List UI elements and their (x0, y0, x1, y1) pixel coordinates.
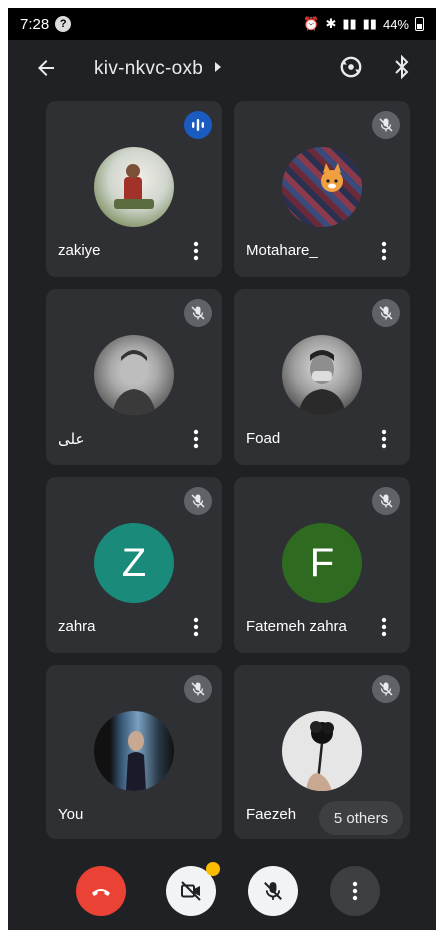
more-vert-icon[interactable] (380, 241, 388, 261)
participant-initial-avatar: Z (94, 523, 174, 603)
participant-tile[interactable]: F Fatemeh zahra (234, 477, 410, 653)
battery-percent: 44% (382, 16, 409, 32)
meeting-code[interactable]: kiv-nkvc-oxb (94, 58, 203, 80)
participant-avatar (94, 335, 174, 415)
participant-avatar (282, 711, 362, 791)
more-vert-icon[interactable] (380, 429, 388, 449)
call-controls (8, 848, 436, 930)
camera-toggle-button[interactable] (166, 862, 220, 916)
participant-tile[interactable]: zakiye (46, 101, 222, 277)
phone-hangup-icon (92, 889, 110, 896)
meeting-header: kiv-nkvc-oxb (8, 40, 436, 96)
participant-name: You (58, 806, 84, 823)
participant-avatar (282, 335, 362, 415)
videocam-off-icon (181, 881, 201, 901)
participant-tile[interactable]: You (46, 665, 222, 839)
participant-tile[interactable]: Motahare_ (234, 101, 410, 277)
bluetooth-audio-icon[interactable] (392, 54, 412, 80)
more-vert-icon[interactable] (380, 617, 388, 637)
participant-tile[interactable]: Foad (234, 289, 410, 465)
participant-initial-avatar: F (282, 523, 362, 603)
signal-icon: ▮▮ (342, 16, 357, 31)
participant-name: Faezeh (246, 806, 297, 823)
mic-off-icon (184, 675, 212, 703)
more-vert-icon (352, 881, 358, 901)
bluetooth-status-icon: ✱ (325, 16, 337, 31)
participant-avatar (94, 711, 174, 791)
participant-name: zakiye (58, 242, 101, 259)
more-vert-icon[interactable] (192, 241, 200, 261)
participant-avatar (94, 147, 174, 227)
mic-off-icon (264, 882, 282, 900)
participant-name: علی (58, 431, 85, 448)
more-options-button[interactable] (330, 866, 380, 916)
mic-off-icon (372, 299, 400, 327)
switch-camera-icon[interactable] (338, 54, 364, 80)
back-arrow-icon[interactable] (34, 56, 58, 80)
alarm-icon: ⏰ (303, 16, 320, 31)
speaking-indicator-icon (184, 111, 212, 139)
others-chip[interactable]: 5 others (319, 801, 403, 835)
status-time: 7:28 (20, 15, 50, 33)
mic-off-icon (184, 299, 212, 327)
participant-name: Fatemeh zahra (246, 618, 347, 635)
participant-name: Motahare_ (246, 242, 318, 259)
more-vert-icon[interactable] (192, 617, 200, 637)
battery-icon (415, 17, 424, 31)
mic-off-icon (372, 675, 400, 703)
participant-name: zahra (58, 618, 96, 635)
participant-name: Foad (246, 430, 281, 447)
participant-tile[interactable]: علی (46, 289, 222, 465)
more-vert-icon[interactable] (192, 429, 200, 449)
status-bar: 7:28 ? ⏰ ✱ ▮▮ ▮▮ 44% (8, 8, 436, 40)
mic-off-icon (372, 487, 400, 515)
participant-avatar (282, 147, 362, 227)
microphone-toggle-button[interactable] (248, 866, 298, 916)
meet-screen: 7:28 ? ⏰ ✱ ▮▮ ▮▮ 44% kiv-nkvc-oxb zakiye… (8, 8, 436, 930)
chevron-right-icon[interactable] (215, 62, 221, 72)
end-call-button[interactable] (76, 866, 126, 916)
mic-off-icon (372, 111, 400, 139)
participant-tile[interactable]: Z zahra (46, 477, 222, 653)
notification-icon: ? (55, 16, 72, 32)
mic-off-icon (184, 487, 212, 515)
camera-alert-badge (206, 862, 220, 876)
signal-icon-2: ▮▮ (362, 16, 377, 31)
